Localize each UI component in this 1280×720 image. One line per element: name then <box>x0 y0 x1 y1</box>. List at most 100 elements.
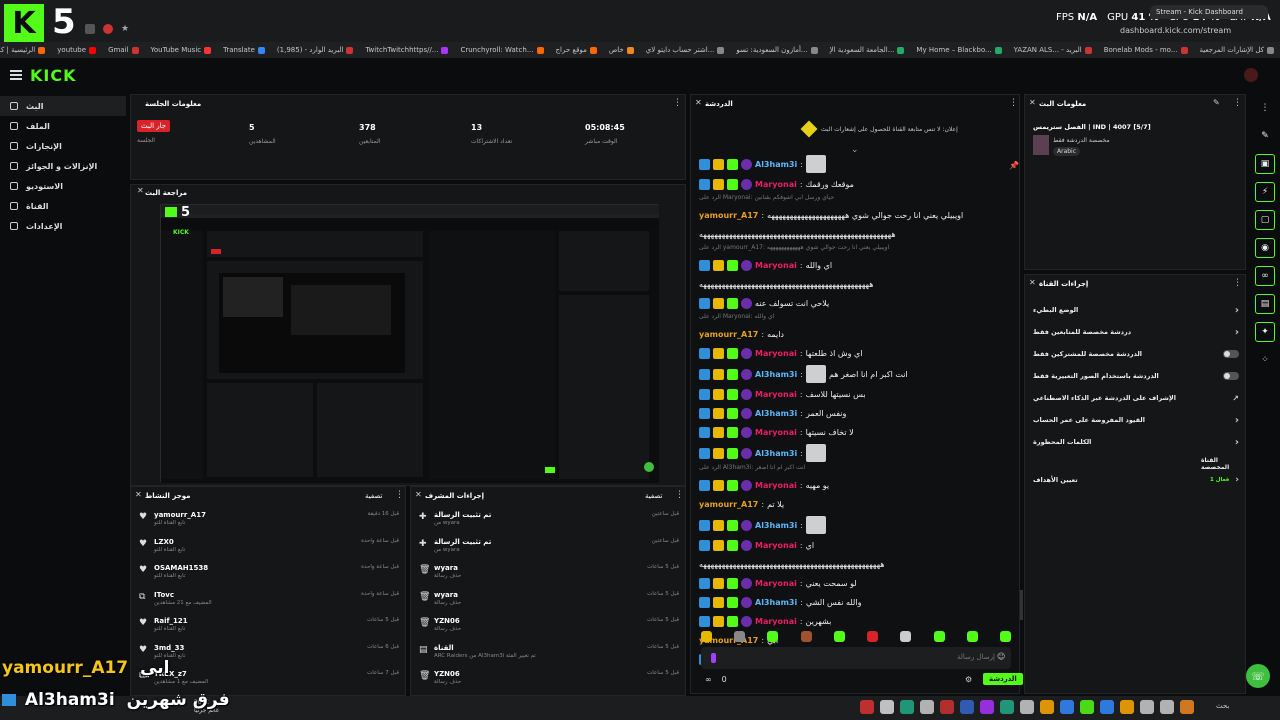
chat-message[interactable]: Maryonai: موقعك ورقمك <box>691 175 1021 194</box>
chat-settings-icon[interactable]: ⚙ <box>965 675 972 684</box>
bookmark-item[interactable]: الجامعة السعودية الإ... <box>830 46 905 54</box>
bookmark-item[interactable]: TwitchTwitchhttps//... <box>365 46 449 54</box>
bookmark-item[interactable]: أمازون السعودية: تسو... <box>736 46 818 54</box>
chat-message[interactable]: Al3ham3i: <box>691 442 1021 464</box>
chat-username[interactable]: Al3ham3i <box>755 449 797 458</box>
taskbar-app-icon[interactable] <box>1140 700 1154 714</box>
taskbar-app-icon[interactable] <box>940 700 954 714</box>
quick-emote-icon[interactable] <box>833 631 845 642</box>
quick-emote-icon[interactable] <box>800 631 812 642</box>
more-options-icon[interactable]: ⋮ <box>1233 278 1242 288</box>
chat-username[interactable]: Al3ham3i <box>755 160 797 169</box>
close-icon[interactable]: ✕ <box>135 490 142 499</box>
more-options-icon[interactable]: ⋮ <box>1009 98 1018 108</box>
taskbar-app-icon[interactable] <box>980 700 994 714</box>
external-link-icon[interactable]: ↗ <box>1232 394 1239 403</box>
more-options-icon[interactable]: ⋮ <box>673 98 682 108</box>
bookmark-item[interactable]: كل الإشارات المرجعية <box>1200 46 1274 54</box>
wrench-icon[interactable]: ✦ <box>1255 322 1275 342</box>
chat-message[interactable]: Al3ham3i: والله نفس الشي <box>691 593 1021 612</box>
chat-message[interactable]: يلاحي انت تسولف عنه <box>691 294 1021 313</box>
chat-message[interactable]: yamourr_A17: دايمه <box>691 325 1021 344</box>
filter-button[interactable]: تصفية <box>645 492 662 500</box>
taskbar-app-icon[interactable] <box>960 700 974 714</box>
chat-message[interactable]: Al3ham3i: <box>691 153 1021 175</box>
more-options-icon[interactable]: ⋮ <box>1233 98 1242 108</box>
chat-username[interactable]: Maryonai <box>755 481 797 490</box>
clip-icon[interactable]: ▢ <box>1255 210 1275 230</box>
bookmark-item[interactable]: Bonelab Mods - mo... <box>1104 46 1188 54</box>
edit-icon[interactable]: ✎ <box>1213 98 1220 107</box>
taskbar-app-icon[interactable] <box>900 700 914 714</box>
bookmark-item[interactable]: youtube <box>57 46 97 54</box>
quick-emote-icon[interactable] <box>966 631 978 642</box>
star-icon[interactable]: ★ <box>121 24 129 34</box>
chat-username[interactable]: Maryonai <box>755 180 797 189</box>
more-options-icon[interactable]: ⋮ <box>395 490 404 500</box>
chat-bubble-icon[interactable]: ◉ <box>1255 238 1275 258</box>
bookmark-item[interactable]: My Home – Blackbo... <box>916 46 1002 54</box>
sidebar-item-1[interactable]: الملف <box>0 116 126 136</box>
tab-icon[interactable] <box>103 24 113 34</box>
chat-username[interactable]: yamourr_A17 <box>699 211 758 220</box>
sidebar-item-2[interactable]: الإنجازات <box>0 136 126 156</box>
bookmark-item[interactable]: YAZAN ALS... - البريد <box>1014 46 1092 54</box>
kick-logo[interactable]: KICK <box>30 66 77 85</box>
bookmark-item[interactable]: الرئيسية | كرنشي <box>0 46 46 54</box>
chat-message[interactable]: Al3ham3i: ونفس العمر <box>691 404 1021 423</box>
chat-username[interactable]: Maryonai <box>755 617 797 626</box>
close-icon[interactable]: ✕ <box>415 490 422 499</box>
toggle-switch[interactable] <box>1223 350 1239 358</box>
taskbar-app-icon[interactable] <box>1180 700 1194 714</box>
close-icon[interactable]: ✕ <box>1029 278 1036 287</box>
chat-message-continued[interactable]: هههههههههههههههههههههههههههههههههههههههه… <box>691 275 1021 294</box>
quick-emote-icon[interactable] <box>900 631 912 642</box>
chat-message[interactable]: Maryonai: يو مهيه <box>691 476 1021 495</box>
chat-username[interactable]: Maryonai <box>755 428 797 437</box>
pinned-message[interactable]: إعلان: لا تنس متابعة القناة للحصول على إ… <box>800 120 958 138</box>
chat-username[interactable]: Maryonai <box>755 390 797 399</box>
quick-emote-icon[interactable] <box>767 631 779 642</box>
taskbar-app-icon[interactable] <box>1020 700 1034 714</box>
chat-username[interactable]: yamourr_A17 <box>699 500 758 509</box>
channel-action-row[interactable]: الكلمات المحظورة › <box>1025 431 1247 453</box>
chat-username[interactable]: Al3ham3i <box>755 598 797 607</box>
quick-emote-icon[interactable] <box>933 631 945 642</box>
quick-emote-icon[interactable] <box>999 631 1011 642</box>
chat-message[interactable]: yamourr_A17: يلا تم <box>691 495 1021 514</box>
chat-username[interactable]: Al3ham3i <box>755 521 797 530</box>
hamburger-menu-icon[interactable] <box>10 70 22 80</box>
bookmark-item[interactable]: Translate <box>223 46 265 54</box>
channel-action-row[interactable]: الدردشة مخصصة للمشتركين فقط <box>1025 343 1247 365</box>
bookmark-item[interactable]: البريد الوارد - (1,985) <box>277 46 354 54</box>
chat-username[interactable]: Maryonai <box>755 579 797 588</box>
edit-icon[interactable]: ✎ <box>1255 126 1275 146</box>
chat-username[interactable]: Maryonai <box>755 541 797 550</box>
link-icon[interactable]: ∞ <box>1255 266 1275 286</box>
taskbar-app-icon[interactable] <box>860 700 874 714</box>
avatar[interactable] <box>1244 68 1258 82</box>
screen-icon[interactable]: ▣ <box>1255 154 1275 174</box>
taskbar-search[interactable]: بحث <box>1216 702 1229 710</box>
more-options-icon[interactable]: ⋮ <box>1255 98 1275 118</box>
taskbar-app-icon[interactable] <box>1080 700 1094 714</box>
lightning-icon[interactable]: ⚡ <box>1255 182 1275 202</box>
set-goals-row[interactable]: تعيين الأهداف فعال 1 › <box>1025 469 1247 491</box>
sidebar-item-5[interactable]: القناة <box>0 196 126 216</box>
address-bar[interactable]: dashboard.kick.com/stream <box>1120 26 1231 35</box>
chat-message[interactable]: Maryonai: لا تخاف نسيتها <box>691 423 1021 442</box>
close-icon[interactable]: ✕ <box>137 186 144 195</box>
chat-input[interactable]: إرسال رسالة ☺ <box>701 647 1011 669</box>
chat-username[interactable]: Al3ham3i <box>755 370 797 379</box>
taskbar-app-icon[interactable] <box>920 700 934 714</box>
taskbar-app-icon[interactable] <box>1100 700 1114 714</box>
quick-emote-icon[interactable] <box>734 631 746 642</box>
channel-action-row[interactable]: الوضع البطيء › <box>1025 299 1247 321</box>
chat-username[interactable]: Al3ham3i <box>755 409 797 418</box>
toggle-switch[interactable] <box>1223 372 1239 380</box>
channel-action-row[interactable]: القيود المفروضة على عمر الحساب › <box>1025 409 1247 431</box>
smiley-icon[interactable]: ☺ <box>997 652 1005 661</box>
chat-username[interactable]: Maryonai <box>755 261 797 270</box>
taskbar-app-icon[interactable] <box>1000 700 1014 714</box>
chat-username[interactable]: yamourr_A17 <box>699 330 758 339</box>
